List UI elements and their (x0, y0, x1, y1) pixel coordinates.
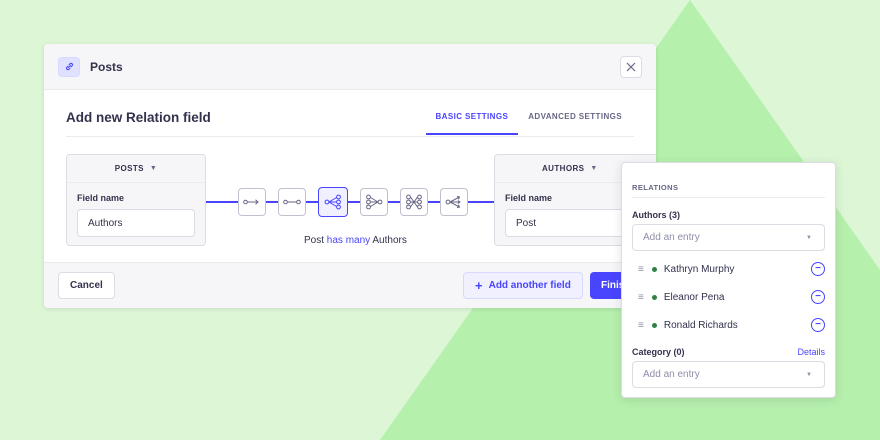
target-type-name: AUTHORS (542, 164, 585, 173)
source-type-name: POSTS (114, 164, 144, 173)
drag-handle-icon[interactable]: ≡ (638, 292, 644, 303)
close-icon (626, 62, 636, 71)
panel-divider (632, 197, 825, 198)
list-item: ≡ Ronald Richards − (638, 317, 825, 333)
category-add-entry-select[interactable]: Add an entry ▼ (632, 361, 825, 388)
relation-type-picker (238, 187, 468, 217)
relations-panel: RELATIONS Authors (3) Add an entry ▼ ≡ K… (621, 162, 836, 398)
tabs-divider (66, 136, 634, 137)
many-way-icon[interactable] (440, 188, 468, 216)
one-to-many-icon[interactable] (318, 187, 348, 217)
authors-group-label: Authors (3) (632, 210, 680, 220)
category-group-label: Category (0) (632, 347, 685, 357)
source-type-selector[interactable]: POSTS ▼ (67, 155, 205, 183)
details-link[interactable]: Details (797, 347, 825, 357)
caret-down-icon: ▼ (149, 165, 158, 172)
caret-down-icon: ▼ (806, 234, 812, 241)
settings-tabs: BASIC SETTINGS ADVANCED SETTINGS (425, 112, 633, 135)
section-title: Add new Relation field (66, 110, 211, 125)
tab-basic-settings[interactable]: BASIC SETTINGS (425, 112, 519, 135)
relation-description: Post has many Authors (304, 235, 407, 246)
relation-type-label: has many (326, 235, 371, 246)
modal-footer: Cancel + Add another field Finish (44, 262, 656, 308)
remove-icon[interactable]: − (811, 290, 825, 304)
list-item: ≡ Eleanor Pena − (638, 289, 825, 305)
authors-select-placeholder: Add an entry (643, 232, 700, 243)
source-field-name-input[interactable]: Authors (77, 209, 195, 237)
remove-icon[interactable]: − (811, 262, 825, 276)
modal-header: Posts (44, 44, 656, 90)
status-dot (651, 322, 657, 328)
entry-name[interactable]: Eleanor Pena (664, 292, 725, 303)
close-button[interactable] (620, 55, 642, 78)
authors-add-entry-select[interactable]: Add an entry ▼ (632, 224, 825, 251)
many-to-many-icon[interactable] (400, 188, 428, 216)
source-field-label: Field name (77, 193, 125, 203)
source-content-type-box: POSTS ▼ Field name Authors (66, 154, 206, 246)
caret-down-icon: ▼ (590, 165, 598, 172)
status-dot (651, 266, 657, 272)
link-icon (58, 56, 80, 77)
relation-source-name: Post (304, 235, 325, 246)
add-another-field-label: Add another field (488, 280, 571, 291)
panel-title: RELATIONS (632, 183, 679, 192)
drag-handle-icon[interactable]: ≡ (638, 264, 644, 275)
remove-icon[interactable]: − (811, 318, 825, 332)
add-another-field-button[interactable]: + Add another field (463, 272, 583, 299)
one-way-icon[interactable] (238, 188, 266, 216)
many-to-one-icon[interactable] (360, 188, 388, 216)
relation-target-name: Authors (372, 235, 407, 246)
entry-name[interactable]: Kathryn Murphy (664, 264, 735, 275)
list-item: ≡ Kathryn Murphy − (638, 261, 825, 277)
caret-down-icon: ▼ (806, 371, 812, 378)
tab-advanced-settings[interactable]: ADVANCED SETTINGS (518, 112, 632, 135)
entry-name[interactable]: Ronald Richards (664, 320, 738, 331)
plus-icon: + (475, 278, 483, 293)
modal-title: Posts (90, 59, 123, 74)
category-select-placeholder: Add an entry (643, 369, 700, 380)
status-dot (651, 294, 657, 300)
one-to-one-icon[interactable] (278, 188, 306, 216)
cancel-button[interactable]: Cancel (58, 272, 115, 299)
drag-handle-icon[interactable]: ≡ (638, 320, 644, 331)
